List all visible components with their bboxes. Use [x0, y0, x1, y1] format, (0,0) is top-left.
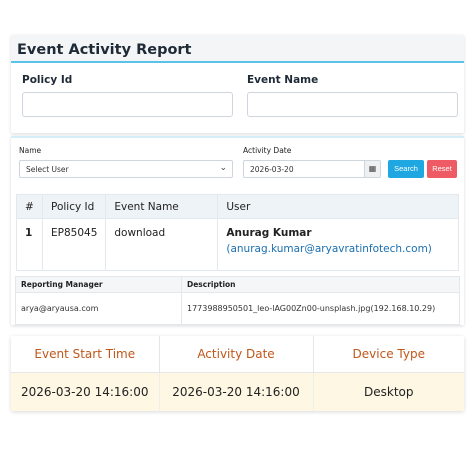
col-index: # — [16, 194, 43, 219]
col-event-name: Event Name — [105, 194, 219, 219]
activity-date-cell-value: 2026-03-20 14:16:00 — [159, 372, 314, 411]
device-type-value: Desktop — [313, 372, 464, 411]
report-header-card: Event Activity Report Policy Id Event Na… — [11, 35, 464, 133]
col-activity-date: Activity Date — [159, 336, 314, 373]
reporting-manager-value: arya@aryausa.com — [15, 292, 182, 325]
filter-results-card: Name Select User ⌄ Activity Date 2026-03… — [11, 136, 464, 325]
calendar-icon[interactable]: ▦ — [364, 161, 380, 177]
activity-date-input[interactable]: 2026-03-20 ▦ — [243, 160, 381, 178]
name-filter-label: Name — [19, 146, 42, 155]
activity-date-value: 2026-03-20 — [250, 165, 294, 174]
col-description: Description — [181, 276, 460, 293]
col-device-type: Device Type — [313, 336, 464, 373]
user-select-value: Select User — [26, 165, 69, 174]
user-email-link[interactable]: (anurag.kumar@aryavratinfotech.com) — [226, 243, 450, 255]
table-row: 2026-03-20 14:16:00 2026-03-20 14:16:00 … — [11, 372, 464, 411]
row-policy-id: EP85045 — [41, 218, 107, 271]
description-value: 1773988950501_leo-lAG00Zn00-unsplash.jpg… — [181, 292, 460, 325]
col-reporting-manager: Reporting Manager — [15, 276, 182, 293]
results-table: # Policy Id Event Name User 1 EP85045 do… — [16, 194, 459, 271]
col-user: User — [217, 194, 459, 219]
page-title: Event Activity Report — [17, 42, 192, 58]
row-index: 1 — [16, 218, 43, 271]
detail-table: Reporting Manager Description arya@aryau… — [15, 276, 460, 325]
detail-header-row: Reporting Manager Description — [15, 276, 460, 293]
results-header-row: # Policy Id Event Name User — [16, 194, 459, 219]
col-policy-id: Policy Id — [41, 194, 107, 219]
event-details-card: Event Start Time Activity Date Device Ty… — [11, 336, 464, 411]
event-name-input[interactable] — [247, 92, 458, 117]
event-header-row: Event Start Time Activity Date Device Ty… — [11, 336, 464, 373]
activity-date-label: Activity Date — [243, 146, 292, 155]
event-start-time-value: 2026-03-20 14:16:00 — [11, 372, 160, 411]
policy-id-label: Policy Id — [22, 74, 73, 86]
user-select[interactable]: Select User ⌄ — [19, 160, 233, 178]
table-row: arya@aryausa.com 1773988950501_leo-lAG00… — [15, 292, 460, 325]
reset-button[interactable]: Reset — [427, 160, 457, 178]
user-name: Anurag Kumar — [226, 227, 312, 239]
col-event-start-time: Event Start Time — [11, 336, 160, 373]
event-details-table: Event Start Time Activity Date Device Ty… — [11, 336, 464, 411]
policy-id-input[interactable] — [22, 92, 233, 117]
event-name-label: Event Name — [247, 74, 319, 86]
table-row: 1 EP85045 download Anurag Kumar (anurag.… — [16, 218, 459, 271]
row-event-name: download — [105, 218, 219, 271]
search-button[interactable]: Search — [388, 160, 424, 178]
title-bar: Event Activity Report — [11, 35, 464, 63]
row-user: Anurag Kumar (anurag.kumar@aryavratinfot… — [217, 218, 459, 271]
chevron-down-icon: ⌄ — [219, 163, 227, 173]
